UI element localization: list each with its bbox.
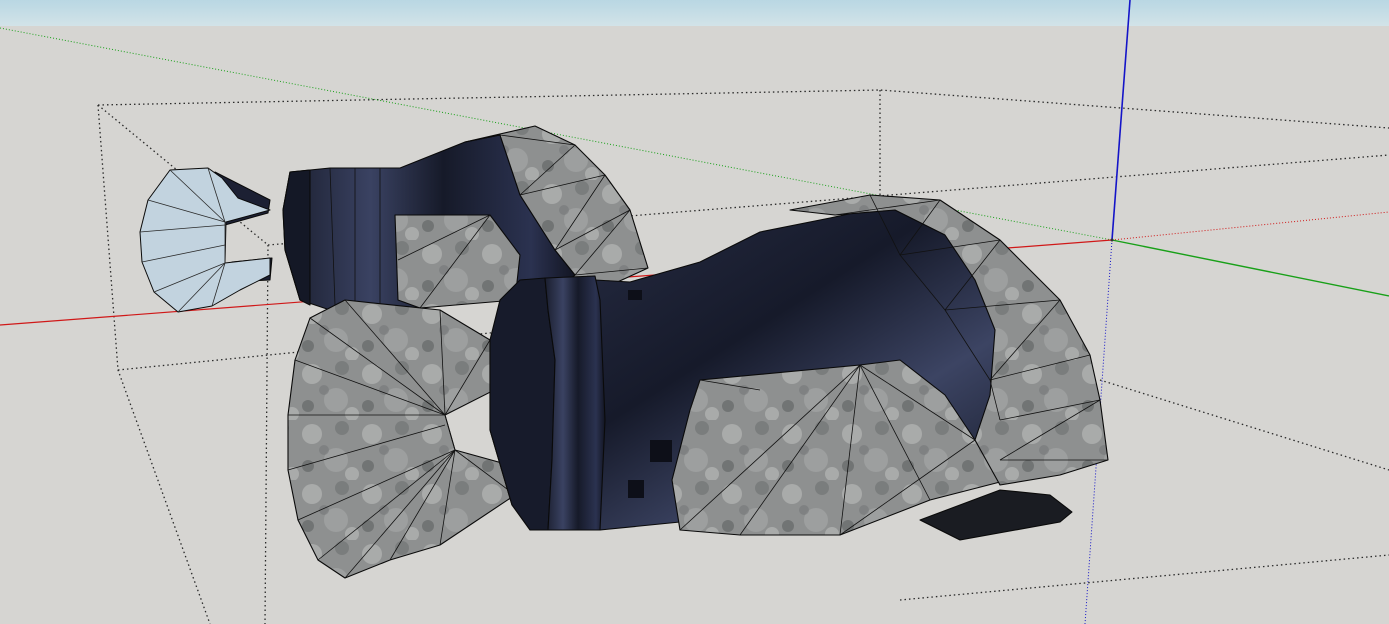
scene-canvas[interactable] [0,0,1389,624]
sky [0,0,1389,26]
axes-origin-icon [1110,238,1114,242]
sketchup-3d-viewport[interactable] [0,0,1389,624]
